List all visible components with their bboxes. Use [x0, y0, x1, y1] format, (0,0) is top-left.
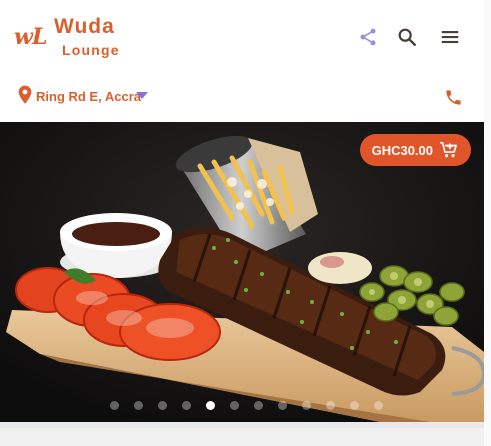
carousel-dot[interactable]: [109, 401, 119, 410]
scrollbar-track[interactable]: [484, 0, 491, 446]
add-to-cart-icon: [440, 141, 458, 158]
menu-icon: [441, 31, 459, 44]
carousel-dot[interactable]: [253, 401, 263, 410]
dropdown-caret-icon[interactable]: [136, 92, 148, 100]
carousel-dot[interactable]: [229, 401, 239, 410]
carousel-dot[interactable]: [373, 401, 383, 410]
app-header: wL Wuda Lounge Ring Rd E, Accra: [0, 0, 484, 122]
carousel-indicators: [0, 401, 484, 410]
hero-carousel[interactable]: GHC30.00: [0, 122, 484, 422]
carousel-dot[interactable]: [181, 401, 191, 410]
phone-icon: [445, 89, 461, 105]
hero-food-image: [0, 122, 484, 422]
brand-title: Wuda: [54, 15, 115, 38]
carousel-dot[interactable]: [325, 401, 335, 410]
content-section-edge: [0, 422, 484, 446]
carousel-dot[interactable]: [205, 401, 215, 410]
price-label: GHC30.00: [371, 142, 433, 158]
call-button[interactable]: [440, 84, 466, 110]
share-button[interactable]: [355, 24, 381, 50]
carousel-dot[interactable]: [349, 401, 359, 410]
share-icon: [360, 28, 376, 46]
location-label[interactable]: Ring Rd E, Accra: [36, 89, 141, 104]
carousel-dot[interactable]: [277, 401, 287, 410]
menu-button[interactable]: [437, 24, 463, 50]
brand-subtitle: Lounge: [62, 42, 120, 58]
search-icon: [398, 28, 416, 46]
add-to-cart-button[interactable]: GHC30.00: [359, 134, 471, 166]
carousel-dot[interactable]: [157, 401, 167, 410]
carousel-dot[interactable]: [301, 401, 311, 410]
location-pin-icon: [18, 85, 32, 104]
carousel-dot[interactable]: [133, 401, 143, 410]
search-button[interactable]: [394, 24, 420, 50]
brand-logo[interactable]: wL: [14, 24, 47, 50]
